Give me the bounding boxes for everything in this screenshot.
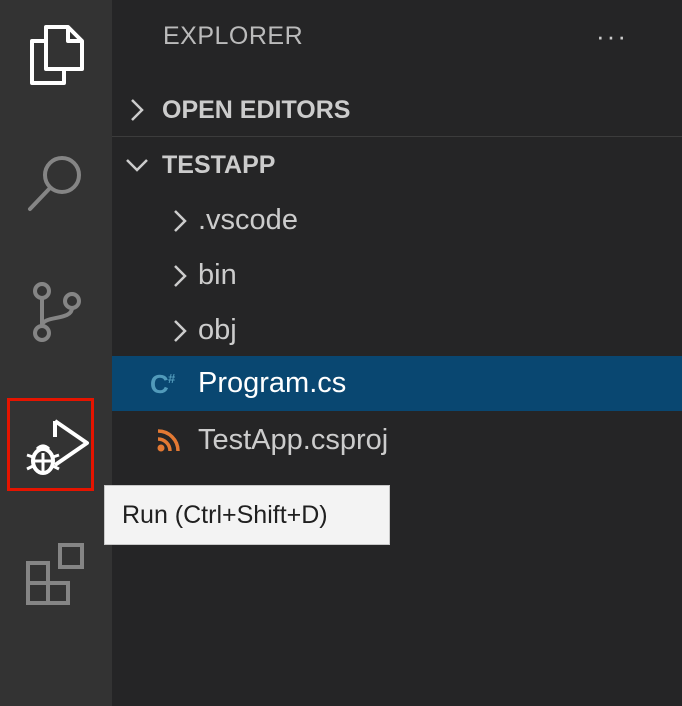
extensions-button[interactable]: [0, 518, 112, 628]
svg-text:#: #: [168, 371, 176, 386]
source-control-icon: [33, 282, 81, 342]
section-label: OPEN EDITORS: [162, 95, 351, 124]
explorer-button[interactable]: [0, 0, 112, 110]
chevron-right-icon: [160, 248, 200, 303]
activity-bar: [0, 0, 112, 706]
tree-item-program-cs[interactable]: C # Program.cs: [112, 356, 682, 411]
files-icon: [30, 25, 84, 85]
sidebar-title: EXPLORER: [163, 22, 304, 50]
tree-item-label: Program.cs: [198, 367, 347, 399]
tree-item-vscode[interactable]: .vscode: [112, 193, 682, 248]
svg-text:C: C: [150, 369, 169, 399]
chevron-right-icon: [160, 193, 200, 248]
tree-item-label: TestApp.csproj: [198, 424, 389, 456]
more-actions-button[interactable]: ···: [592, 18, 632, 54]
run-tooltip: Run (Ctrl+Shift+D): [104, 485, 390, 545]
tree-item-testapp-csproj[interactable]: TestApp.csproj: [112, 413, 682, 468]
chevron-down-icon: [112, 139, 162, 191]
csharp-file-icon: C #: [146, 356, 186, 411]
explorer-sidebar: EXPLORER ··· OPEN EDITORS TESTAPP .vscod…: [112, 0, 682, 706]
tree-item-bin[interactable]: bin: [112, 248, 682, 303]
tree-item-label: bin: [198, 259, 237, 291]
section-divider: [112, 136, 682, 137]
section-testapp[interactable]: TESTAPP: [112, 139, 682, 191]
rss-file-icon: [148, 413, 188, 468]
source-control-button[interactable]: [0, 258, 112, 368]
extensions-icon: [26, 543, 84, 605]
chevron-right-icon: [160, 303, 200, 358]
section-open-editors[interactable]: OPEN EDITORS: [112, 84, 682, 136]
section-label: TESTAPP: [162, 150, 276, 179]
tree-item-label: obj: [198, 314, 237, 346]
search-button[interactable]: [0, 128, 112, 238]
tree-item-label: .vscode: [198, 204, 298, 236]
search-icon: [28, 156, 81, 211]
run-button-highlight: [7, 398, 94, 491]
tree-item-obj[interactable]: obj: [112, 303, 682, 358]
chevron-right-icon: [112, 84, 162, 136]
